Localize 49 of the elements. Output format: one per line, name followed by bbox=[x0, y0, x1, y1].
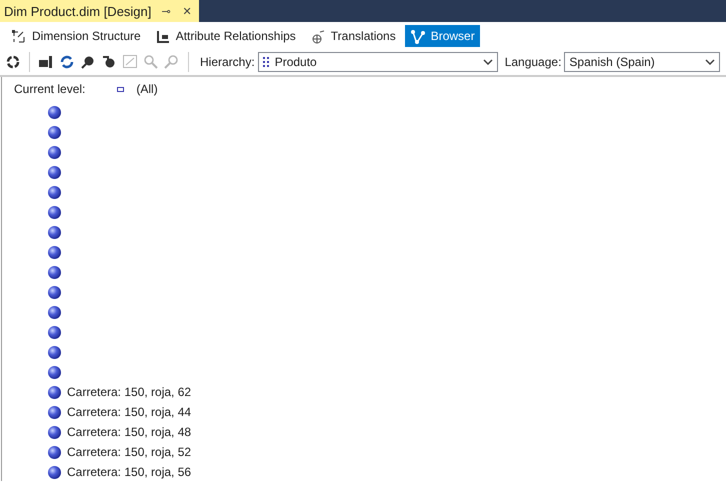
grip-icon bbox=[262, 56, 269, 68]
member-icon bbox=[48, 106, 61, 118]
member-caption[interactable]: Carretera: 150, roja, 56 bbox=[67, 465, 192, 479]
designer-tab[interactable]: Browser bbox=[404, 25, 480, 47]
pin-button[interactable]: ⊸ bbox=[159, 4, 172, 18]
member-icon bbox=[48, 406, 61, 418]
reconnect-icon[interactable] bbox=[4, 53, 22, 71]
caret-icon bbox=[482, 59, 493, 65]
designer-tab[interactable]: Attribute Relationships bbox=[150, 25, 301, 47]
diagram-icon bbox=[154, 28, 170, 44]
document-tab[interactable]: Dim Product.dim [Design] ⊸ ✕ bbox=[0, 0, 200, 22]
member-icon bbox=[48, 326, 61, 338]
member-icon bbox=[48, 186, 61, 198]
field-label: Language: bbox=[504, 55, 562, 69]
member-icon bbox=[48, 206, 61, 218]
language-dropdown[interactable]: Spanish (Spain) bbox=[564, 52, 720, 72]
member-caption[interactable]: Carretera: 150, roja, 62 bbox=[67, 385, 192, 399]
member-icon bbox=[48, 266, 61, 278]
member-icon bbox=[48, 126, 61, 138]
designer-tab[interactable]: Translations bbox=[304, 25, 401, 47]
member-icon bbox=[48, 446, 61, 458]
member-icon bbox=[48, 366, 61, 378]
diagram-icon bbox=[410, 28, 425, 44]
member-icon bbox=[48, 306, 61, 318]
member-icon bbox=[48, 346, 61, 358]
hierarchy-dropdown[interactable]: Produto bbox=[258, 52, 498, 72]
process-icon[interactable] bbox=[37, 53, 55, 71]
level-icon bbox=[117, 86, 124, 92]
member-icon bbox=[48, 466, 61, 478]
member-caption[interactable]: Carretera: 150, roja, 44 bbox=[67, 405, 192, 419]
tab-title: Dim Product.dim [Design] bbox=[4, 4, 152, 18]
diagram-icon bbox=[11, 28, 26, 44]
member-icon bbox=[48, 426, 61, 438]
member-icon bbox=[48, 166, 61, 178]
caret-icon bbox=[705, 59, 716, 65]
refresh-icon[interactable] bbox=[58, 53, 76, 71]
member-caption[interactable]: Carretera: 150, roja, 52 bbox=[67, 445, 192, 459]
member-icon bbox=[48, 146, 61, 158]
field-label: Hierarchy: bbox=[200, 55, 255, 69]
diagram-icon bbox=[310, 28, 325, 44]
level-label: Current level: bbox=[14, 82, 86, 96]
member-icon bbox=[48, 286, 61, 298]
level-value: (All) bbox=[136, 82, 158, 96]
close-button[interactable]: ✕ bbox=[180, 4, 194, 18]
member-icon bbox=[48, 246, 61, 258]
member-icon bbox=[48, 386, 61, 398]
member-icon bbox=[48, 226, 61, 238]
member-caption[interactable]: Carretera: 150, roja, 48 bbox=[67, 425, 192, 439]
designer-tab[interactable]: Dimension Structure bbox=[6, 25, 146, 47]
